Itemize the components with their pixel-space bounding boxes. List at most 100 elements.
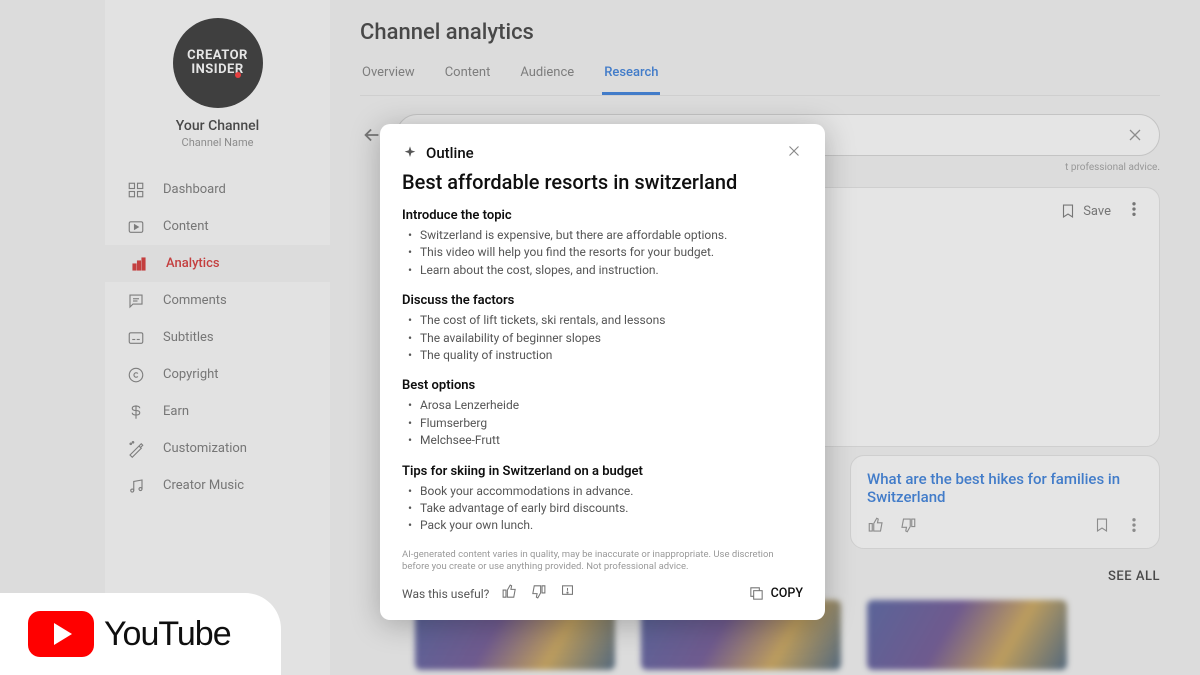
more-options-button[interactable] (1125, 516, 1143, 538)
thumbs-down-button[interactable] (899, 516, 917, 538)
analytics-tabs: Overview Content Audience Research (360, 55, 1160, 96)
tab-content[interactable]: Content (443, 55, 493, 95)
section-bullet: Pack your own lunch. (412, 517, 803, 534)
save-button[interactable]: Save (1059, 202, 1111, 220)
sidebar: CREATOR INSIDER Your Channel Channel Nam… (105, 0, 330, 675)
section-heading: Best options (402, 378, 803, 393)
see-all-link[interactable]: SEE ALL (1108, 569, 1160, 584)
avatar-text-1: CREATOR (187, 49, 248, 63)
outline-sections: Introduce the topic Switzerland is expens… (402, 208, 803, 535)
close-icon (1125, 125, 1145, 145)
copy-icon (748, 585, 765, 602)
youtube-logo-icon (28, 611, 94, 657)
channel-avatar[interactable]: CREATOR INSIDER (173, 18, 263, 108)
comments-icon (127, 292, 145, 310)
flag-icon (559, 583, 576, 600)
section-bullet: Melchsee-Frutt (412, 432, 803, 449)
sidebar-item-comments[interactable]: Comments (105, 282, 330, 319)
sidebar-item-label: Dashboard (163, 182, 226, 197)
section-list: Arosa LenzerheideFlumserbergMelchsee-Fru… (402, 397, 803, 449)
thumbs-up-icon (501, 583, 518, 600)
more-vertical-icon (1125, 516, 1143, 534)
more-vertical-icon (1125, 200, 1143, 218)
subtitles-icon (127, 329, 145, 347)
section-heading: Discuss the factors (402, 293, 803, 308)
outline-section: Best options Arosa LenzerheideFlumserberg… (402, 378, 803, 449)
sidebar-nav: Dashboard Content Analytics Comments Sub… (105, 171, 330, 504)
section-bullet: Arosa Lenzerheide (412, 397, 803, 414)
sidebar-item-label: Comments (163, 293, 227, 308)
section-heading: Introduce the topic (402, 208, 803, 223)
your-channel-label: Your Channel (176, 118, 259, 134)
sidebar-item-label: Creator Music (163, 478, 244, 493)
section-bullet: Flumserberg (412, 415, 803, 432)
youtube-watermark: YouTube (0, 593, 281, 675)
modal-footer: Was this useful? COPY (402, 583, 803, 604)
tab-audience[interactable]: Audience (518, 55, 576, 95)
thumbs-up-button[interactable] (867, 516, 885, 538)
suggestion-actions (867, 516, 1143, 538)
sidebar-item-label: Subtitles (163, 330, 214, 345)
card-actions: Save (1059, 200, 1143, 222)
sidebar-item-label: Earn (163, 404, 189, 419)
content-icon (127, 218, 145, 236)
sidebar-item-subtitles[interactable]: Subtitles (105, 319, 330, 356)
copy-button[interactable]: COPY (748, 585, 803, 602)
section-bullet: Switzerland is expensive, but there are … (412, 227, 803, 244)
customization-icon (127, 440, 145, 458)
music-icon (127, 477, 145, 495)
outline-title: Best affordable resorts in switzerland (402, 170, 803, 194)
close-modal-button[interactable] (785, 142, 803, 164)
thumbs-up-button[interactable] (501, 583, 518, 604)
report-button[interactable] (559, 583, 576, 604)
ai-disclaimer: AI-generated content varies in quality, … (402, 549, 803, 574)
section-bullet: The quality of instruction (412, 347, 803, 364)
suggestion-card[interactable]: What are the best hikes for families in … (850, 455, 1160, 549)
clear-search-button[interactable] (1125, 125, 1145, 149)
outline-modal: Outline Best affordable resorts in switz… (380, 124, 825, 620)
sidebar-item-analytics[interactable]: Analytics (105, 245, 330, 282)
save-label: Save (1083, 204, 1111, 219)
tab-overview[interactable]: Overview (360, 55, 417, 95)
section-heading: Tips for skiing in Switzerland on a budg… (402, 464, 803, 479)
sidebar-item-dashboard[interactable]: Dashboard (105, 171, 330, 208)
sidebar-item-copyright[interactable]: Copyright (105, 356, 330, 393)
section-bullet: The cost of lift tickets, ski rentals, a… (412, 312, 803, 329)
analytics-icon (130, 255, 148, 273)
video-thumbnail[interactable] (867, 600, 1067, 670)
bookmark-button[interactable] (1093, 516, 1111, 538)
sidebar-item-creator-music[interactable]: Creator Music (105, 467, 330, 504)
sidebar-item-earn[interactable]: Earn (105, 393, 330, 430)
dashboard-icon (127, 181, 145, 199)
outline-section: Tips for skiing in Switzerland on a budg… (402, 464, 803, 535)
tab-research[interactable]: Research (602, 55, 660, 95)
suggestion-title: What are the best hikes for families in … (867, 470, 1143, 506)
section-list: The cost of lift tickets, ski rentals, a… (402, 312, 803, 364)
channel-header: CREATOR INSIDER Your Channel Channel Nam… (105, 0, 330, 149)
more-options-button[interactable] (1125, 200, 1143, 222)
earn-icon (127, 403, 145, 421)
sparkle-icon (402, 145, 418, 161)
thumbs-down-button[interactable] (530, 583, 547, 604)
close-icon (785, 142, 803, 160)
copyright-icon (127, 366, 145, 384)
copy-label: COPY (771, 586, 803, 601)
recording-dot-icon (235, 72, 241, 78)
section-bullet: Learn about the cost, slopes, and instru… (412, 262, 803, 279)
bookmark-icon (1093, 516, 1111, 534)
bookmark-icon (1059, 202, 1077, 220)
section-bullet: Take advantage of early bird discounts. (412, 500, 803, 517)
sidebar-item-customization[interactable]: Customization (105, 430, 330, 467)
thumbs-down-icon (899, 516, 917, 534)
thumbs-up-icon (867, 516, 885, 534)
sidebar-item-label: Customization (163, 441, 247, 456)
section-list: Switzerland is expensive, but there are … (402, 227, 803, 279)
section-bullet: This video will help you find the resort… (412, 244, 803, 261)
sidebar-item-label: Content (163, 219, 209, 234)
outline-section: Discuss the factors The cost of lift tick… (402, 293, 803, 364)
outline-label: Outline (426, 144, 474, 162)
youtube-wordmark: YouTube (104, 615, 231, 654)
section-bullet: The availability of beginner slopes (412, 330, 803, 347)
sidebar-item-content[interactable]: Content (105, 208, 330, 245)
modal-header: Outline (402, 142, 803, 164)
